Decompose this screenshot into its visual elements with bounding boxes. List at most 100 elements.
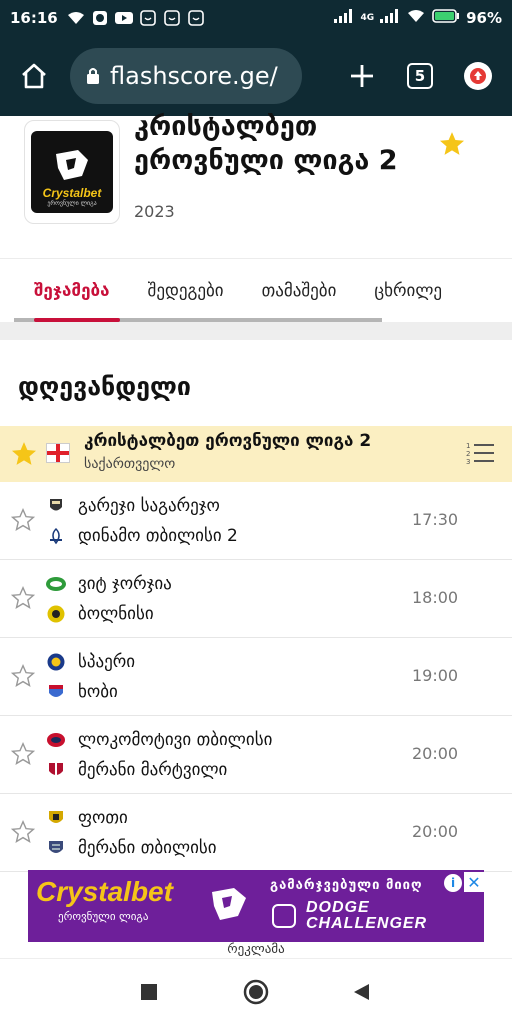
team-crest-icon <box>46 838 66 858</box>
ad-banner[interactable]: Crystalbet ეროვნული ლიგა გამარჯვებული მი… <box>28 870 484 942</box>
team-crest-icon <box>46 808 66 828</box>
tab-summary[interactable]: შეჯამება <box>34 281 110 301</box>
status-time: 16:16 <box>10 9 58 27</box>
team-crest-icon <box>46 604 66 624</box>
update-button[interactable] <box>456 54 500 98</box>
home-team-name: ლოკომოტივი თბილისი <box>78 730 273 750</box>
tab-standings[interactable]: ცხრილე <box>374 281 442 301</box>
ad-close-icon[interactable]: ✕ <box>464 872 484 892</box>
away-team-name: ხობი <box>78 682 118 702</box>
circle-icon <box>243 979 269 1005</box>
home-button[interactable] <box>12 54 56 98</box>
ad-dodge-line1: DODGE <box>306 899 370 916</box>
url-text: flashscore.ge/ <box>110 62 278 90</box>
ad-brand-sub: ეროვნული ლიგა <box>58 910 149 923</box>
new-tab-button[interactable] <box>340 54 384 98</box>
tab-fixtures[interactable]: თამაშები <box>262 281 337 301</box>
match-time: 18:00 <box>412 588 459 607</box>
team-crest-icon <box>46 730 66 750</box>
match-time: 20:00 <box>412 744 459 763</box>
tab-bar: შეჯამება შედეგები თამაშები ცხრილე <box>0 258 512 322</box>
star-outline-icon[interactable] <box>10 741 36 771</box>
home-team: გარეჯი საგარეჯო <box>46 496 220 516</box>
team-crest-icon <box>46 760 66 780</box>
away-team: ბოლნისი <box>46 604 154 624</box>
away-team-name: ბოლნისი <box>78 604 154 624</box>
georgia-flag-icon <box>46 443 70 463</box>
team-crest-icon <box>46 574 66 594</box>
back-button[interactable] <box>346 977 376 1007</box>
match-row[interactable]: გარეჯი საგარეჯო დინამო თბილისი 2 17:30 <box>0 482 512 560</box>
signal-icon <box>334 9 354 27</box>
away-team: დინამო თბილისი 2 <box>46 526 238 546</box>
favorite-star-icon[interactable] <box>438 130 466 162</box>
favorite-star-icon[interactable] <box>10 440 38 472</box>
signal-icon <box>380 9 400 27</box>
svg-text:1: 1 <box>466 442 470 450</box>
square-icon <box>141 984 157 1000</box>
update-icon <box>464 62 492 90</box>
star-outline-icon[interactable] <box>10 507 36 537</box>
logo-text: Crystalbet <box>42 186 102 200</box>
wifi-icon <box>406 9 426 27</box>
app-notification-icon <box>90 9 110 27</box>
league-row[interactable]: კრისტალბეთ ეროვნული ლიგა 2 საქართველო 1 … <box>0 426 512 482</box>
match-time: 17:30 <box>412 510 459 529</box>
system-nav-bar <box>0 958 512 1024</box>
battery-icon <box>432 9 460 27</box>
away-team-name: მერანი მარტვილი <box>78 760 228 780</box>
home-nav-button[interactable] <box>241 977 271 1007</box>
tab-switcher-button[interactable]: 5 <box>398 54 442 98</box>
svg-text:3: 3 <box>466 458 470 466</box>
divider <box>0 322 512 340</box>
back-triangle-icon <box>354 984 369 1000</box>
wifi-icon <box>66 9 86 27</box>
away-team: მერანი თბილისი <box>46 838 217 858</box>
status-bar: 16:16 4G 96% <box>0 0 512 36</box>
away-team-name: მერანი თბილისი <box>78 838 217 858</box>
star-outline-icon[interactable] <box>10 819 36 849</box>
standings-icon[interactable]: 1 2 3 <box>466 440 496 472</box>
away-team: ხობი <box>46 682 118 702</box>
browser-toolbar: flashscore.ge/ 5 <box>0 36 512 116</box>
home-team: ლოკომოტივი თბილისი <box>46 730 272 750</box>
match-row[interactable]: სპაერი ხობი 19:00 <box>0 638 512 716</box>
ad-dodge-line2: CHALLENGER <box>306 915 428 932</box>
address-bar[interactable]: flashscore.ge/ <box>70 48 302 104</box>
team-crest-icon <box>46 682 66 702</box>
away-team-name: დინამო თბილისი 2 <box>78 526 238 546</box>
ram-logo-icon <box>272 904 296 928</box>
ad-brand: Crystalbet <box>36 876 173 907</box>
home-icon <box>22 63 46 89</box>
league-title: კრისტალბეთ ეროვნული ლიგა 2 <box>134 111 398 176</box>
league-name: კრისტალბეთ ეროვნული ლიგა 2 <box>84 431 372 451</box>
section-title: დღევანდელი <box>18 372 191 401</box>
match-row[interactable]: ვიტ ჯორჯია ბოლნისი 18:00 <box>0 560 512 638</box>
match-row[interactable]: ფოთი მერანი თბილისი 20:00 <box>0 794 512 872</box>
star-outline-icon[interactable] <box>10 585 36 615</box>
network-type: 4G <box>360 13 375 23</box>
match-time: 20:00 <box>412 822 459 841</box>
notification-icon <box>162 9 182 27</box>
battery-level: 96% <box>466 9 502 27</box>
league-season: 2023 <box>134 202 175 221</box>
lock-icon <box>86 67 100 85</box>
tab-results[interactable]: შედეგები <box>148 281 224 301</box>
match-row[interactable]: ლოკომოტივი თბილისი მერანი მარტვილი 20:00 <box>0 716 512 794</box>
star-outline-icon[interactable] <box>10 663 36 693</box>
home-team-name: სპაერი <box>78 652 136 672</box>
ad-info-icon[interactable]: i <box>444 874 462 892</box>
plus-icon <box>351 65 373 87</box>
ad-dodge-text: DODGE CHALLENGER <box>306 900 427 932</box>
notification-icon <box>186 9 206 27</box>
recents-button[interactable] <box>134 977 164 1007</box>
league-header: Crystalbet ეროვნული ლიგა კრისტალბეთ ეროვ… <box>0 111 512 258</box>
league-country: საქართველო <box>84 456 176 472</box>
home-team-name: ვიტ ჯორჯია <box>78 574 172 594</box>
mascot-icon <box>56 150 88 180</box>
mascot-icon <box>212 888 246 920</box>
home-team-name: გარეჯი საგარეჯო <box>78 496 220 516</box>
home-team: ვიტ ჯორჯია <box>46 574 172 594</box>
home-team: სპაერი <box>46 652 135 672</box>
match-time: 19:00 <box>412 666 459 685</box>
